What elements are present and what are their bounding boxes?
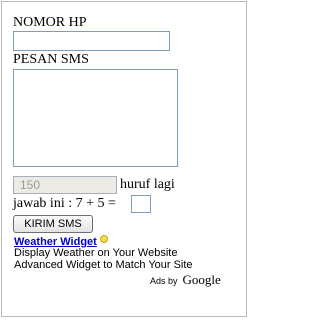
char-counter-field (13, 176, 117, 194)
sms-widget-panel: NOMOR HP PESAN SMS huruf lagi jawab ini … (1, 1, 247, 317)
send-sms-button[interactable]: KIRIM SMS (13, 215, 93, 233)
ad-description-line2[interactable]: Advanced Widget to Match Your Site (14, 259, 193, 271)
captcha-question: jawab ini : 7 + 5 = (13, 196, 116, 211)
sms-message-textarea[interactable] (13, 69, 178, 167)
google-logo: Google (182, 272, 221, 287)
lightbulb-icon (99, 235, 108, 243)
message-label: PESAN SMS (13, 52, 89, 67)
phone-label: NOMOR HP (13, 15, 87, 30)
ad-description-line1[interactable]: Display Weather on Your Website (14, 247, 177, 259)
char-counter-suffix: huruf lagi (120, 177, 175, 192)
ads-by-label: Ads by (150, 276, 178, 286)
captcha-answer-input[interactable] (131, 195, 151, 213)
ads-by-google-link[interactable]: Ads by Google (150, 271, 221, 289)
phone-number-input[interactable] (13, 31, 170, 51)
